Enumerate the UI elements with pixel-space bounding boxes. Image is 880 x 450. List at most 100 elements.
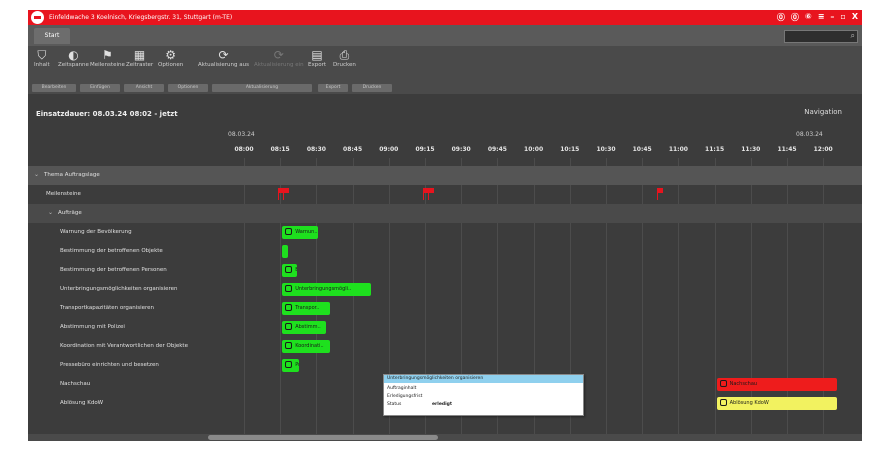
task-bar[interactable]: Abstimm..	[282, 321, 326, 334]
time-tick-label: 08:15	[270, 146, 290, 153]
time-tick-label: 12:00	[813, 146, 833, 153]
task-row[interactable]: Warnung der Bevölkerung Warnun..	[28, 223, 862, 242]
task-bar[interactable]: Koordinati..	[282, 340, 331, 353]
milestone-button[interactable]: ⚑ Meilensteine	[90, 48, 125, 68]
ribbon-group-label: Aktualisierung	[212, 84, 312, 92]
tooltip-line-inhalt: Auftraginhalt	[387, 386, 417, 391]
task-bar-label: Nachschau	[729, 381, 758, 387]
task-icon	[285, 266, 293, 273]
task-row[interactable]: Koordination mit Verantwortlichen der Ob…	[28, 337, 862, 356]
ribbon-button-label: Drucken	[333, 62, 356, 68]
half-circle-button[interactable]: ◐ Zeitspanne	[58, 48, 89, 68]
milestone-row[interactable]: Meilensteine	[28, 185, 862, 204]
time-tick-label: 08:30	[306, 146, 326, 153]
task-bar-label: Ablösung KdoW	[729, 400, 769, 406]
refresh-button[interactable]: ⟳ Aktualisierung aus	[198, 48, 249, 68]
group-row[interactable]: ⌄ Aufträge	[28, 204, 862, 223]
time-tick-label: 08:45	[343, 146, 363, 153]
task-label: Nachschau	[60, 381, 91, 387]
search-input[interactable]: ⌕	[784, 30, 858, 43]
task-row[interactable]: Bestimmung der betroffenen Objekte	[28, 242, 862, 261]
help-icon[interactable]: ⓪	[777, 12, 785, 23]
task-bar[interactable]	[282, 245, 289, 258]
search-icon[interactable]: ⌕	[851, 31, 855, 41]
time-tick-label: 09:15	[415, 146, 435, 153]
task-row[interactable]: Transportkapazitäten organisieren Transpo…	[28, 299, 862, 318]
task-bar[interactable]: Pr..	[282, 359, 300, 372]
tooltip-line-frist: Erledigungsfrist	[387, 394, 423, 399]
date-label-right: 08.03.24	[796, 131, 823, 138]
tooltip-status-value: erledigt	[432, 402, 453, 407]
info-icon[interactable]: ⓪	[791, 12, 799, 23]
ribbon-button-label: Zeitraster	[126, 62, 154, 68]
milestone-flag-icon[interactable]	[657, 188, 664, 200]
tab-start[interactable]: Start	[34, 28, 70, 44]
title-bar: Einfeldwache 3 Koelnisch, Kriegsbergstr.…	[28, 10, 862, 25]
row-label: Meilensteine	[46, 191, 81, 197]
settings-icon[interactable]: ⑥	[805, 12, 812, 23]
close-button[interactable]: X	[852, 12, 858, 23]
navigation-button[interactable]: Navigation	[804, 108, 842, 116]
gantt-view: Einsatzdauer: 08.03.24 08:02 - jetzt Nav…	[28, 94, 862, 434]
task-bar-label: Unterbringungsmögli..	[295, 286, 352, 292]
task-icon	[285, 228, 293, 235]
task-row[interactable]: Unterbringungsmöglichkeiten organisieren…	[28, 280, 862, 299]
ribbon-button-label: Inhalt	[34, 62, 50, 68]
task-bar[interactable]: Nachschau	[716, 378, 838, 391]
refresh-icon: ⟳	[218, 48, 229, 62]
app-window: Einfeldwache 3 Koelnisch, Kriegsbergstr.…	[28, 10, 862, 441]
filter-button[interactable]: ⛉ Inhalt	[34, 48, 50, 68]
task-tooltip: Unterbringungsmöglichkeiten organisieren…	[383, 374, 584, 416]
time-tick-label: 10:00	[524, 146, 544, 153]
task-icon	[719, 380, 727, 387]
scrollbar-thumb[interactable]	[208, 435, 438, 440]
options-button[interactable]: ⚙ Optionen	[158, 48, 183, 68]
task-label: Ablösung KdoW	[60, 400, 104, 406]
ribbon-button-label: Zeitspanne	[58, 62, 89, 68]
chevron-down-icon[interactable]: ⌄	[48, 209, 53, 216]
time-tick-label: 08:00	[234, 146, 254, 153]
horizontal-scrollbar[interactable]	[28, 434, 862, 441]
section-row[interactable]: ⌄ Thema Auftragslage	[28, 166, 862, 185]
task-icon	[285, 323, 293, 330]
window-controls: ⓪ ⓪ ⑥ ≡ – ▫ X	[777, 12, 858, 23]
ribbon-group-label: Drucken	[352, 84, 392, 92]
task-bar[interactable]: Transpor..	[282, 302, 331, 315]
maximize-button[interactable]: ▫	[840, 12, 845, 23]
milestone-flag-icon[interactable]	[283, 188, 290, 200]
task-row[interactable]: Abstimmung mit Polizei Abstimm..	[28, 318, 862, 337]
milestone-flag-icon[interactable]	[427, 188, 434, 200]
task-icon	[285, 361, 293, 368]
time-tick-label: 09:00	[379, 146, 399, 153]
time-tick-label: 11:00	[668, 146, 688, 153]
task-bar-label: Transpor..	[295, 305, 320, 311]
ribbon-group-label: Export	[318, 84, 348, 92]
time-tick-label: 10:45	[632, 146, 652, 153]
task-bar-label: B..	[295, 267, 296, 273]
task-bar[interactable]: Warnun..	[282, 226, 319, 239]
time-tick-label: 11:15	[705, 146, 725, 153]
task-bar[interactable]: Ablösung KdoW	[716, 397, 838, 410]
tooltip-title: Unterbringungsmöglichkeiten organisieren	[384, 375, 583, 383]
export-button[interactable]: ▤ Export	[308, 48, 326, 68]
calendar-button[interactable]: ▦ Zeitraster	[126, 48, 153, 68]
minimize-button[interactable]: –	[830, 12, 834, 23]
ribbon-group-label: Optionen	[168, 84, 208, 92]
ribbon-button-label: Meilensteine	[90, 62, 125, 68]
time-tick-label: 11:30	[741, 146, 761, 153]
task-bar[interactable]: Unterbringungsmögli..	[282, 283, 372, 296]
task-row[interactable]: Bestimmung der betroffenen Personen B..	[28, 261, 862, 280]
print-button[interactable]: ⎙ Drucken	[333, 48, 356, 68]
task-bar-label: Warnun..	[295, 229, 318, 235]
ribbon-group-label: Einfügen	[80, 84, 120, 92]
menu-icon[interactable]: ≡	[818, 12, 825, 23]
print-icon: ⎙	[339, 48, 350, 62]
task-bar[interactable]: B..	[282, 264, 297, 277]
chevron-down-icon[interactable]: ⌄	[34, 171, 39, 178]
time-tick-label: 10:30	[596, 146, 616, 153]
task-icon	[285, 342, 293, 349]
calendar-icon: ▦	[133, 48, 146, 62]
task-row[interactable]: Pressebüro einrichten und besetzen Pr..	[28, 356, 862, 375]
ribbon-tab-bar: Start ⌕	[28, 25, 862, 46]
milestone-icon: ⚑	[102, 48, 113, 62]
